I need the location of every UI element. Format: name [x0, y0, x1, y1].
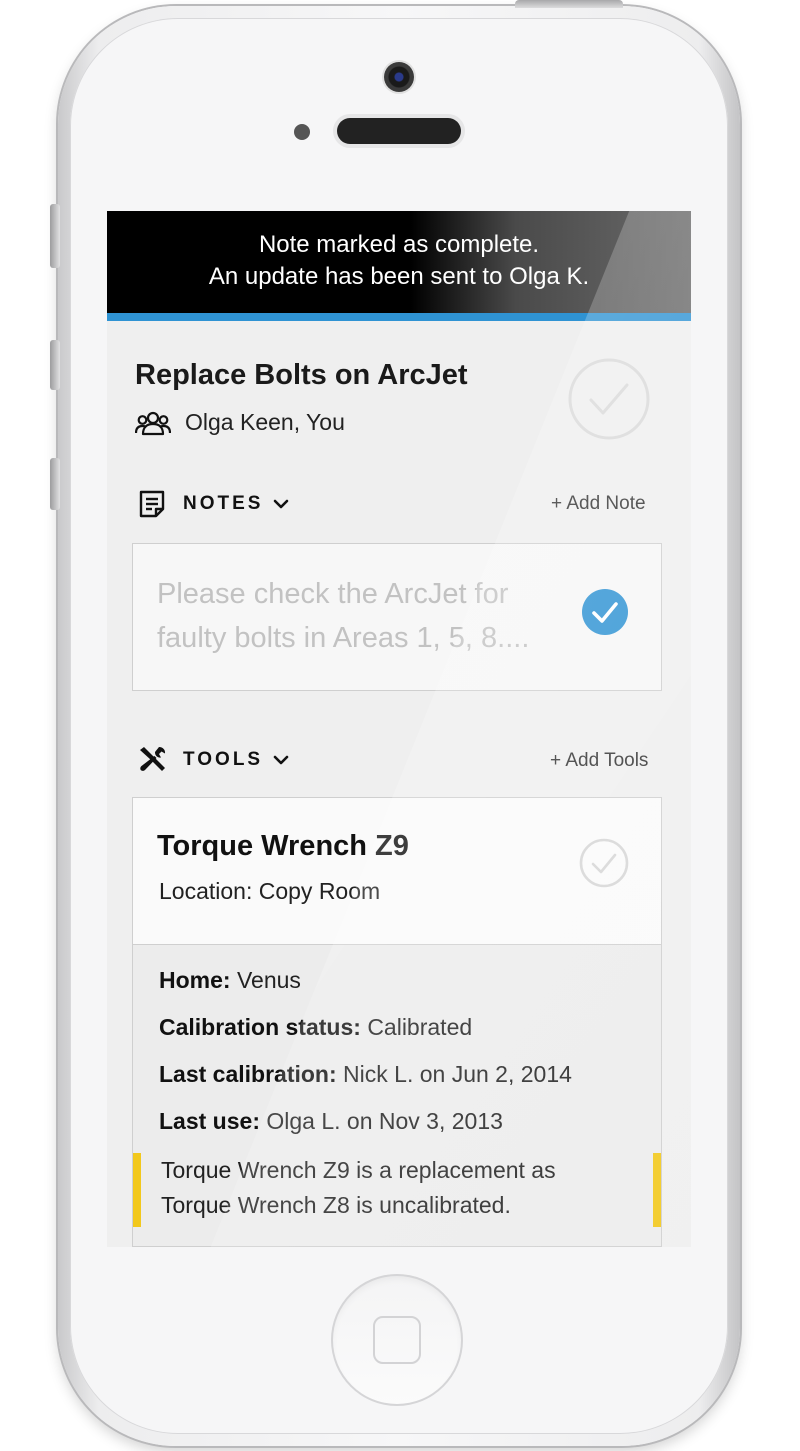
add-tools-button[interactable]: + Add Tools [550, 750, 648, 772]
tool-name: Torque Wrench Z9 [157, 830, 409, 862]
detail-value: Olga L. on Nov 3, 2013 [266, 1108, 503, 1134]
earpiece-speaker [337, 118, 461, 144]
tool-location: Location: Copy Room [159, 878, 381, 904]
note-text: Please check the ArcJet for faulty bolts… [157, 578, 530, 654]
wrench-screwdriver-icon [140, 747, 166, 771]
callout-line-2: Torque Wrench Z8 is uncalibrated. [161, 1192, 511, 1218]
tool-details-panel: Home: Venus Calibration status: Calibrat… [132, 945, 662, 1247]
assignees-names: Olga Keen, You [185, 409, 345, 435]
detail-last-use: Last use: Olga L. on Nov 3, 2013 [159, 1108, 503, 1135]
replacement-callout: Torque Wrench Z9 is a replacement as Tor… [133, 1153, 661, 1227]
toast-line-1: Note marked as complete. [258, 231, 540, 258]
detail-value: Venus [236, 967, 301, 993]
task-title: Replace Bolts on ArcJet [135, 359, 468, 391]
task-complete-checkmark-icon[interactable] [567, 357, 651, 441]
group-people-icon [135, 411, 171, 435]
detail-label: Home: [159, 967, 231, 993]
chevron-down-icon [274, 499, 289, 509]
power-button [515, 0, 623, 8]
detail-value: Calibrated [367, 1014, 473, 1040]
detail-label: Last use: [159, 1108, 260, 1134]
chevron-down-icon [273, 755, 289, 765]
home-square-icon [373, 1316, 421, 1364]
tool-complete-checkmark-icon[interactable] [579, 838, 629, 888]
app-screen: Note marked as complete. An update has b… [107, 211, 691, 1247]
note-complete-checkmark-icon[interactable] [581, 588, 629, 636]
callout-line-1: Torque Wrench Z9 is a replacement as [161, 1157, 556, 1183]
tools-header-label: TOOLS [183, 749, 264, 770]
detail-last-calibration: Last calibration: Nick L. on Jun 2, 2014 [159, 1061, 572, 1088]
home-button[interactable] [331, 1274, 463, 1406]
tool-card[interactable]: Torque Wrench Z9 Location: Copy Room [132, 797, 662, 945]
completion-toast: Note marked as complete. An update has b… [107, 211, 691, 321]
detail-value: Nick L. on Jun 2, 2014 [343, 1061, 572, 1087]
volume-down-button [50, 458, 60, 510]
proximity-sensor [294, 124, 310, 140]
note-card[interactable]: Please check the ArcJet for faulty bolts… [132, 543, 662, 691]
assignees: Olga Keen, You [135, 409, 345, 436]
detail-calibration-status: Calibration status: Calibrated [159, 1014, 472, 1041]
notes-section-toggle[interactable]: NOTES [137, 489, 289, 519]
toast-line-2: An update has been sent to Olga K. [208, 263, 590, 290]
tools-section-toggle[interactable]: TOOLS [137, 745, 289, 775]
add-note-button[interactable]: + Add Note [551, 493, 646, 515]
detail-label: Last calibration: [159, 1061, 337, 1087]
volume-up-button [50, 340, 60, 390]
detail-label: Calibration status: [159, 1014, 361, 1040]
note-document-icon [139, 490, 165, 518]
mute-switch [50, 204, 60, 268]
detail-home: Home: Venus [159, 967, 301, 994]
front-camera [384, 62, 414, 92]
notes-header-label: NOTES [183, 493, 264, 514]
